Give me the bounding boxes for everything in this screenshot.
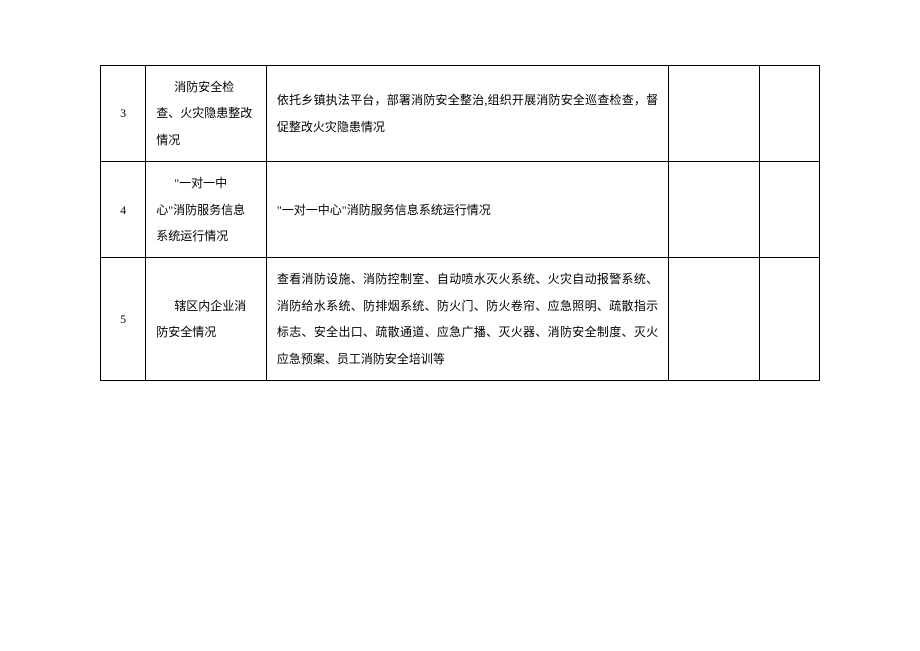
table-row: 3 消防安全检查、火灾隐患整改情况 依托乡镇执法平台，部署消防安全整治,组织开展… bbox=[101, 66, 820, 162]
row-blank-1 bbox=[669, 258, 760, 381]
row-number: 3 bbox=[101, 66, 146, 162]
row-blank-1 bbox=[669, 162, 760, 258]
row-blank-2 bbox=[759, 258, 819, 381]
row-blank-1 bbox=[669, 66, 760, 162]
inspection-table: 3 消防安全检查、火灾隐患整改情况 依托乡镇执法平台，部署消防安全整治,组织开展… bbox=[100, 65, 820, 381]
row-description: 依托乡镇执法平台，部署消防安全整治,组织开展消防安全巡查检查，督促整改火灾隐患情… bbox=[266, 66, 668, 162]
row-item: 消防安全检查、火灾隐患整改情况 bbox=[146, 66, 267, 162]
table-row: 5 辖区内企业消防安全情况 查看消防设施、消防控制室、自动喷水灭火系统、火灾自动… bbox=[101, 258, 820, 381]
row-number: 5 bbox=[101, 258, 146, 381]
table-row: 4 "一对一中心"消防服务信息系统运行情况 "一对一中心"消防服务信息系统运行情… bbox=[101, 162, 820, 258]
row-description: 查看消防设施、消防控制室、自动喷水灭火系统、火灾自动报警系统、消防给水系统、防排… bbox=[266, 258, 668, 381]
row-number: 4 bbox=[101, 162, 146, 258]
row-item: "一对一中心"消防服务信息系统运行情况 bbox=[146, 162, 267, 258]
row-description: "一对一中心"消防服务信息系统运行情况 bbox=[266, 162, 668, 258]
row-blank-2 bbox=[759, 66, 819, 162]
row-item: 辖区内企业消防安全情况 bbox=[146, 258, 267, 381]
row-blank-2 bbox=[759, 162, 819, 258]
